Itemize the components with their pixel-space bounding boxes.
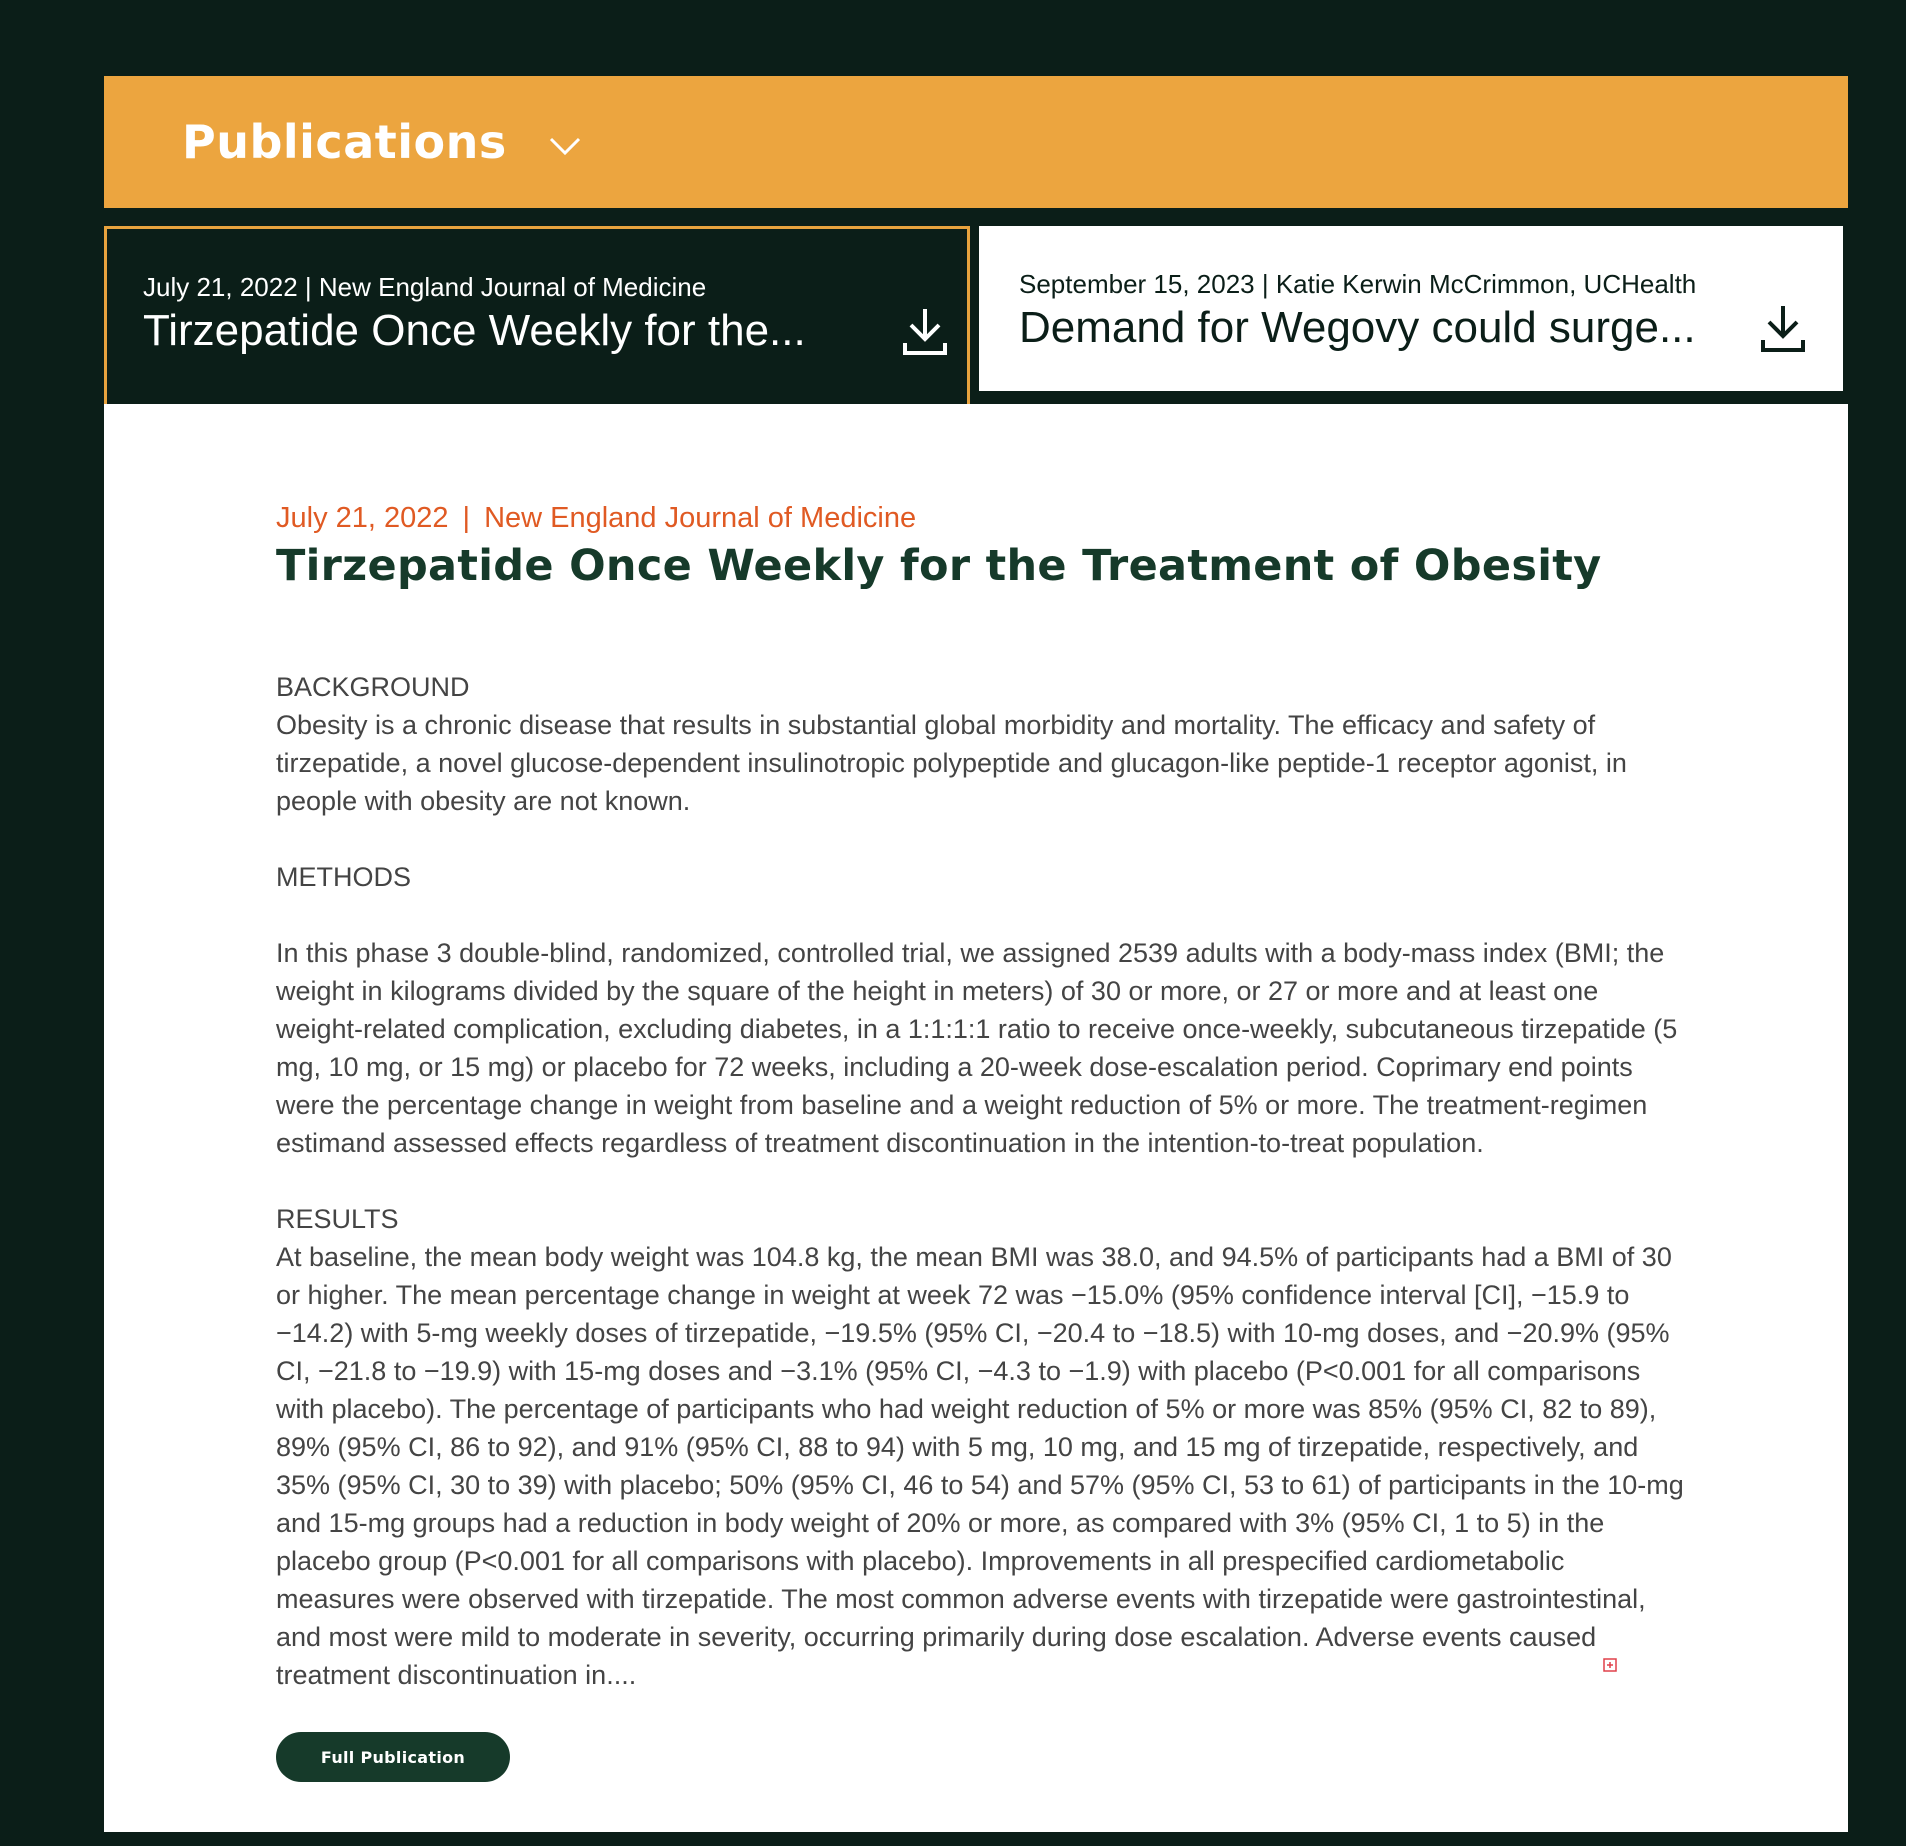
publication-detail-panel: July 21, 2022 | New England Journal of Med… [104,404,1848,1832]
meta-separator: | [462,502,471,534]
results-text: At baseline, the mean body weight was 10… [276,1242,1684,1690]
publication-detail: July 21, 2022 | New England Journal of Med… [276,500,1726,1694]
full-publication-button[interactable]: Full Publication [276,1732,510,1782]
background-heading: BACKGROUND [276,672,470,702]
article-date: July 21, 2022 [276,502,449,534]
card-title[interactable]: Tirzepatide Once Weekly for the... [143,303,843,359]
card-meta: July 21, 2022 | New England Journal of M… [143,272,707,302]
results-heading: RESULTS [276,1204,399,1234]
article-source: New England Journal of Medicine [484,502,917,534]
chevron-down-icon[interactable] [547,127,583,163]
card-meta: September 15, 2023 | Katie Kerwin McCrim… [1019,269,1697,299]
article-meta: July 21, 2022 | New England Journal of Med… [276,500,1726,536]
methods-heading: METHODS [276,862,411,892]
publication-card-wegovy[interactable]: September 15, 2023 | Katie Kerwin McCrim… [979,226,1843,391]
download-icon[interactable] [1759,302,1807,354]
article-title: Tirzepatide Once Weekly for the Treatmen… [276,541,1602,591]
publications-header[interactable]: Publications [104,76,1848,208]
publication-card-tirzepatide[interactable]: July 21, 2022 | New England Journal of M… [104,226,970,422]
download-icon[interactable] [901,305,949,357]
publications-title[interactable]: Publications [182,115,507,169]
expand-icon[interactable] [1603,1658,1617,1672]
methods-text: In this phase 3 double-blind, randomized… [276,938,1678,1158]
background-text: Obesity is a chronic disease that result… [276,710,1627,816]
card-title[interactable]: Demand for Wegovy could surge... [1019,300,1719,356]
